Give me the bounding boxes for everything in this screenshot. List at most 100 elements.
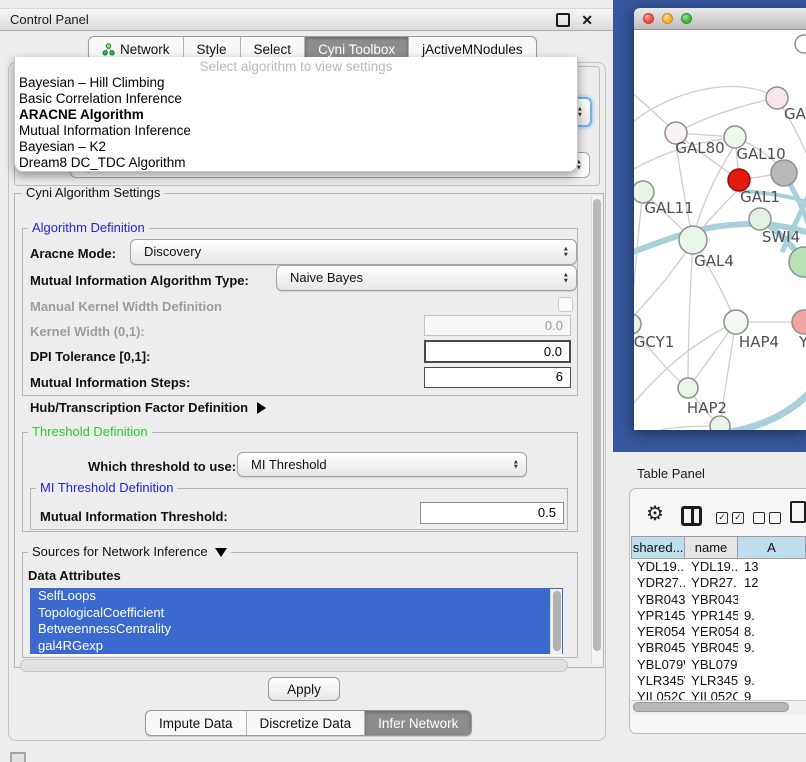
- table-cell: YIL052C: [631, 689, 685, 700]
- minimized-panel-icon[interactable]: [10, 752, 26, 762]
- settings-scrollbar[interactable]: [591, 196, 602, 664]
- algorithm-option[interactable]: Dream8 DC_TDC Algorithm: [15, 155, 577, 171]
- table-cell: YPR145W: [685, 608, 738, 624]
- table-cell: 13: [738, 559, 806, 575]
- node-y[interactable]: [792, 310, 806, 334]
- dpi-tolerance-field[interactable]: 0.0: [424, 340, 571, 363]
- horizontal-scrollbar-track[interactable]: [20, 659, 568, 672]
- expanded-arrow-icon: [215, 548, 227, 557]
- table-row[interactable]: YBL079WYBL079W: [631, 657, 806, 673]
- bottom-tab-discretize-data[interactable]: Discretize Data: [246, 711, 365, 735]
- combo-stepper-icon: ▲▼: [563, 273, 569, 284]
- traffic-minimize-icon[interactable]: [662, 13, 673, 24]
- table-body: YDL19...YDL19...13YDR27...YDR27...12YBR0…: [631, 559, 806, 700]
- column-header-a[interactable]: A: [738, 536, 806, 559]
- attribute-item-selected[interactable]: gal4RGexp: [30, 638, 563, 655]
- node[interactable]: [789, 247, 806, 277]
- table-cell: YLR345W: [631, 673, 685, 689]
- popup-items: Bayesian – Hill ClimbingBasic Correlatio…: [15, 75, 577, 172]
- control-panel-title: Control Panel: [10, 12, 89, 27]
- settings-gear-icon[interactable]: ⚙: [646, 503, 664, 525]
- table-cell: YIL052C: [685, 689, 738, 700]
- mi-type-combo[interactable]: Naive Bayes ▲▼: [276, 265, 577, 291]
- which-threshold-value: MI Threshold: [251, 457, 327, 472]
- table-row[interactable]: YDR27...YDR27...12: [631, 575, 806, 591]
- import-table-icon[interactable]: [790, 501, 806, 523]
- scrollbar-thumb[interactable]: [553, 591, 561, 651]
- tab-label: Infer Network: [378, 712, 458, 735]
- node[interactable]: [710, 416, 730, 430]
- table-row[interactable]: YBR043CYBR043C: [631, 592, 806, 608]
- hub-definition-toggle[interactable]: Hub/Transcription Factor Definition: [30, 400, 266, 415]
- manual-kernel-checkbox[interactable]: [558, 297, 573, 312]
- node[interactable]: [771, 160, 797, 186]
- node-gcy1[interactable]: [634, 314, 641, 334]
- attributes-list-scrollbar[interactable]: [550, 589, 562, 655]
- float-panel-icon[interactable]: [556, 13, 570, 27]
- algorithm-option[interactable]: Mutual Information Inference: [15, 123, 577, 139]
- attribute-item-selected[interactable]: TopologicalCoefficient: [30, 605, 563, 622]
- node-hap2[interactable]: [678, 378, 698, 398]
- table-cell: 9.: [738, 640, 806, 656]
- scrollbar-thumb[interactable]: [633, 702, 789, 712]
- column-header-name[interactable]: name: [685, 536, 738, 559]
- mi-threshold-label: Mutual Information Threshold:: [40, 509, 228, 524]
- traffic-zoom-icon[interactable]: [681, 13, 692, 24]
- deselect-all-columns-icon[interactable]: [753, 512, 781, 524]
- algorithm-option[interactable]: Bayesian – K2: [15, 139, 577, 155]
- table-row[interactable]: YBR045CYBR045C9.: [631, 640, 806, 656]
- algorithm-definition-title: Algorithm Definition: [28, 221, 149, 235]
- scrollbar-thumb[interactable]: [593, 199, 601, 651]
- algorithm-option[interactable]: ARACNE Algorithm: [15, 107, 577, 123]
- table-cell: YER054C: [685, 624, 738, 640]
- bottom-tab-impute-data[interactable]: Impute Data: [146, 711, 246, 735]
- table-row[interactable]: YDL19...YDL19...13: [631, 559, 806, 575]
- table-row[interactable]: YIL052CYIL052C9: [631, 689, 806, 700]
- columns-icon[interactable]: [681, 506, 702, 526]
- mi-threshold-field[interactable]: 0.5: [420, 502, 564, 524]
- hub-definition-label: Hub/Transcription Factor Definition: [30, 400, 248, 415]
- sources-box-title[interactable]: Sources for Network Inference: [28, 545, 231, 559]
- node-hap4[interactable]: [724, 310, 748, 334]
- algorithm-option[interactable]: Basic Correlation Inference: [15, 91, 577, 107]
- node-label-swi4: SWI4: [762, 228, 800, 246]
- mi-threshold-box-title: MI Threshold Definition: [36, 481, 177, 495]
- node-label-y: Y: [798, 333, 806, 351]
- traffic-close-icon[interactable]: [643, 13, 654, 24]
- aracne-mode-value: Discovery: [144, 244, 201, 259]
- table-row[interactable]: YER054CYER054C8.: [631, 624, 806, 640]
- algorithm-option[interactable]: Bayesian – Hill Climbing: [15, 75, 577, 91]
- node[interactable]: [795, 35, 806, 53]
- dpi-tolerance-label: DPI Tolerance [0,1]:: [30, 349, 150, 364]
- node-label-gal: GAL: [784, 105, 806, 123]
- data-attributes-label: Data Attributes: [28, 568, 121, 583]
- bottom-tab-infer-network[interactable]: Infer Network: [364, 711, 471, 735]
- which-threshold-combo[interactable]: MI Threshold ▲▼: [237, 452, 527, 477]
- nodes-layer: GALGAL80GAL10GAL1GAL11SWI4GAL4GCY1HAP4YH…: [634, 35, 806, 430]
- mi-type-value: Naive Bayes: [290, 270, 363, 285]
- select-all-columns-icon[interactable]: ✓ ✓: [716, 512, 744, 524]
- apply-button[interactable]: Apply: [268, 677, 340, 701]
- close-panel-icon[interactable]: ✕: [581, 13, 593, 27]
- node-swi4[interactable]: [749, 208, 771, 230]
- node-gal4[interactable]: [679, 226, 707, 254]
- table-horizontal-scrollbar[interactable]: [631, 700, 806, 714]
- network-window-titlebar: [634, 8, 806, 30]
- table-row[interactable]: YLR345WYLR345W9.: [631, 673, 806, 689]
- combo-stepper-icon: ▲▼: [563, 247, 569, 258]
- manual-kernel-label: Manual Kernel Width Definition: [30, 299, 222, 314]
- network-icon: [102, 43, 115, 56]
- attribute-item-selected[interactable]: BetweennessCentrality: [30, 621, 563, 638]
- network-canvas[interactable]: GALGAL80GAL10GAL1GAL11SWI4GAL4GCY1HAP4YH…: [634, 30, 806, 430]
- algorithm-dropdown-popup: Select algorithm to view settings Bayesi…: [14, 57, 578, 172]
- attribute-item-selected[interactable]: SelfLoops: [30, 588, 563, 605]
- threshold-definition-title: Threshold Definition: [28, 425, 152, 439]
- table-cell: 8.: [738, 624, 806, 640]
- column-header-shared[interactable]: shared...: [631, 536, 685, 559]
- table-row[interactable]: YPR145WYPR145W9.: [631, 608, 806, 624]
- node-label-gal1: GAL1: [740, 188, 780, 206]
- aracne-mode-combo[interactable]: Discovery ▲▼: [130, 239, 577, 265]
- table-cell: 12: [738, 575, 806, 591]
- table-cell: YLR345W: [685, 673, 738, 689]
- mi-steps-field[interactable]: 6: [424, 367, 571, 388]
